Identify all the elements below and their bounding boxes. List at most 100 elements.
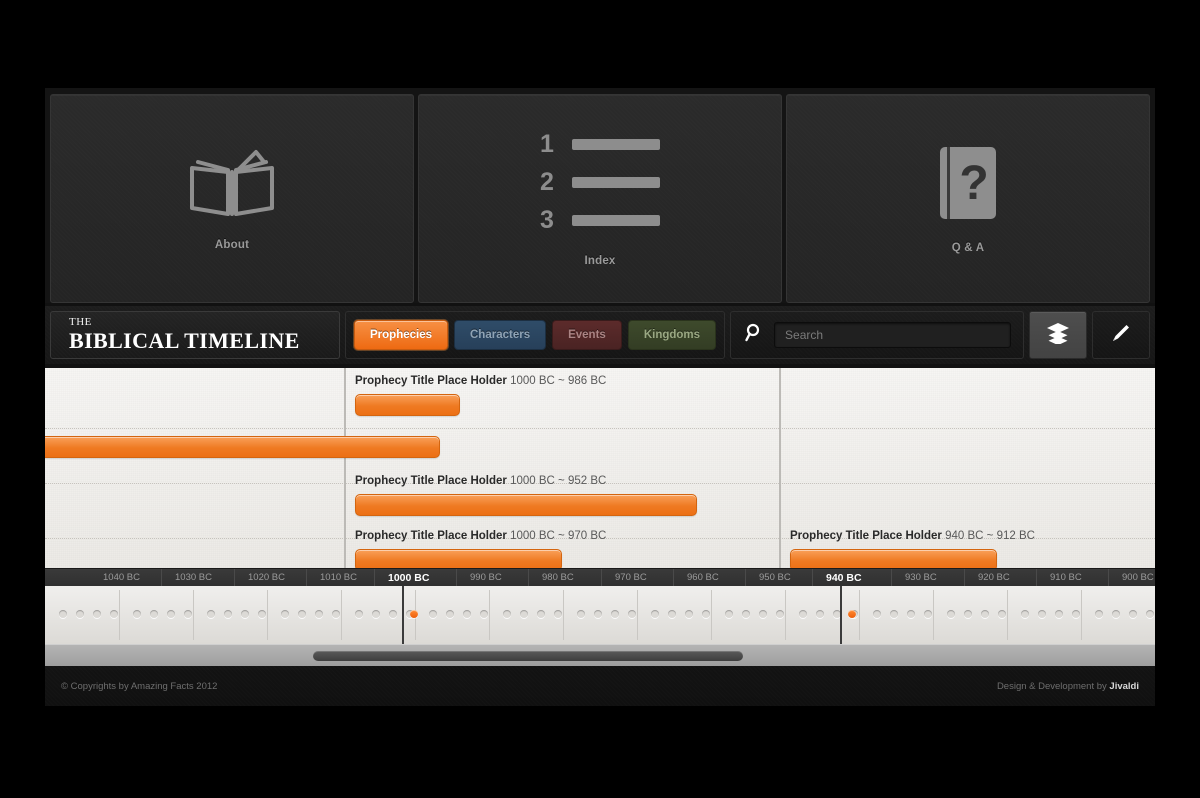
search-input[interactable]: [774, 322, 1011, 348]
minimap-dot[interactable]: [59, 610, 67, 618]
layers-button[interactable]: [1029, 311, 1087, 359]
minimap-dot[interactable]: [133, 610, 141, 618]
tab-prophecies[interactable]: Prophecies: [354, 320, 448, 350]
minimap-dot[interactable]: [389, 610, 397, 618]
minimap-dot[interactable]: [76, 610, 84, 618]
minimap-dot[interactable]: [594, 610, 602, 618]
minimap-dot[interactable]: [355, 610, 363, 618]
minimap-dot[interactable]: [554, 610, 562, 618]
minimap-dot[interactable]: [1095, 610, 1103, 618]
minimap-dot[interactable]: [981, 610, 989, 618]
minimap-dot[interactable]: [315, 610, 323, 618]
axis-tick-separator: [812, 569, 813, 587]
minimap-dot[interactable]: [702, 610, 710, 618]
minimap-dot[interactable]: [184, 610, 192, 618]
axis-tick-separator: [374, 569, 375, 587]
minimap-dot[interactable]: [725, 610, 733, 618]
prophecy-bar[interactable]: [45, 436, 440, 458]
minimap-dot[interactable]: [742, 610, 750, 618]
minimap-dot[interactable]: [668, 610, 676, 618]
minimap-dot[interactable]: [890, 610, 898, 618]
minimap-dot[interactable]: [947, 610, 955, 618]
minimap-dot[interactable]: [1146, 610, 1154, 618]
search-icon[interactable]: [745, 323, 764, 347]
minimap-cell-divider: [267, 590, 268, 640]
tab-characters[interactable]: Characters: [454, 320, 547, 350]
prophecy-item[interactable]: [45, 436, 440, 458]
index-number-3: 3: [540, 206, 554, 234]
prophecy-bar[interactable]: [790, 548, 997, 568]
minimap-dot[interactable]: [873, 610, 881, 618]
minimap-dot[interactable]: [577, 610, 585, 618]
minimap-dot[interactable]: [332, 610, 340, 618]
minimap-dot[interactable]: [150, 610, 158, 618]
minimap-dot[interactable]: [537, 610, 545, 618]
minimap-dot[interactable]: [776, 610, 784, 618]
minimap-dot-active[interactable]: [848, 610, 856, 618]
timeline-marker-line: [779, 368, 781, 568]
site-logo[interactable]: THE BIBLICAL TIMELINE: [50, 311, 340, 359]
prophecy-bar[interactable]: [355, 393, 460, 416]
minimap-dot[interactable]: [207, 610, 215, 618]
minimap-dot[interactable]: [372, 610, 380, 618]
panel-index[interactable]: 1 2 3 Index: [418, 94, 782, 303]
tab-kingdoms[interactable]: Kingdoms: [627, 320, 717, 350]
minimap-dot[interactable]: [628, 610, 636, 618]
minimap-dot[interactable]: [93, 610, 101, 618]
minimap-dot[interactable]: [224, 610, 232, 618]
minimap-dot[interactable]: [685, 610, 693, 618]
minimap-dot[interactable]: [964, 610, 972, 618]
prophecy-item[interactable]: Prophecy Title Place Holder 940 BC ~ 912…: [790, 530, 1035, 568]
minimap-dot[interactable]: [241, 610, 249, 618]
minimap-dot[interactable]: [651, 610, 659, 618]
axis-tick-label: 900 BC: [1122, 572, 1154, 583]
horizontal-scrollbar-thumb[interactable]: [313, 651, 743, 661]
minimap-dot[interactable]: [429, 610, 437, 618]
minimap-dot[interactable]: [907, 610, 915, 618]
minimap-dot[interactable]: [1055, 610, 1063, 618]
minimap-dot[interactable]: [463, 610, 471, 618]
minimap-dot[interactable]: [298, 610, 306, 618]
minimap-dot[interactable]: [799, 610, 807, 618]
minimap-dot[interactable]: [258, 610, 266, 618]
minimap-dot[interactable]: [998, 610, 1006, 618]
minimap-dot[interactable]: [924, 610, 932, 618]
minimap-dot[interactable]: [1129, 610, 1137, 618]
minimap-position-marker: [402, 586, 404, 644]
timeline-axis[interactable]: 1040 BC 1030 BC 1020 BC 1010 BC 1000 BC 990 B…: [45, 568, 1155, 588]
minimap-dot[interactable]: [446, 610, 454, 618]
minimap-dot[interactable]: [480, 610, 488, 618]
minimap-dot[interactable]: [1072, 610, 1080, 618]
prophecy-item[interactable]: Prophecy Title Place Holder 1000 BC ~ 97…: [355, 530, 606, 568]
panel-qa[interactable]: ? Q & A: [786, 94, 1150, 303]
minimap-dot[interactable]: [520, 610, 528, 618]
prophecy-item[interactable]: Prophecy Title Place Holder 1000 BC ~ 95…: [355, 475, 697, 516]
axis-tick-label: 980 BC: [542, 572, 574, 583]
minimap-cell-divider: [193, 590, 194, 640]
panel-about[interactable]: About: [50, 94, 414, 303]
tab-events[interactable]: Events: [552, 320, 622, 350]
minimap-dot[interactable]: [167, 610, 175, 618]
index-bar-2: [572, 177, 660, 188]
minimap-dot[interactable]: [1038, 610, 1046, 618]
minimap-dot[interactable]: [1021, 610, 1029, 618]
prophecy-item[interactable]: Prophecy Title Place Holder 1000 BC ~ 98…: [355, 375, 606, 416]
minimap-dot[interactable]: [281, 610, 289, 618]
minimap-dot[interactable]: [1112, 610, 1120, 618]
minimap-cell-divider: [785, 590, 786, 640]
minimap-dot[interactable]: [503, 610, 511, 618]
timeline-canvas[interactable]: Prophecy Title Place Holder 1000 BC ~ 98…: [45, 368, 1155, 568]
minimap-dot-active[interactable]: [410, 610, 418, 618]
minimap-dot[interactable]: [611, 610, 619, 618]
credit-name[interactable]: Jivaldi: [1109, 681, 1139, 692]
edit-button[interactable]: [1092, 311, 1150, 359]
minimap-dot[interactable]: [759, 610, 767, 618]
minimap-dot[interactable]: [110, 610, 118, 618]
minimap-dot[interactable]: [816, 610, 824, 618]
prophecy-bar[interactable]: [355, 493, 697, 516]
timeline-minimap[interactable]: [45, 586, 1155, 644]
horizontal-scrollbar-track[interactable]: [45, 644, 1155, 667]
search-bar: [730, 311, 1024, 359]
prophecy-bar[interactable]: [355, 548, 562, 568]
index-number-2: 2: [540, 168, 554, 196]
